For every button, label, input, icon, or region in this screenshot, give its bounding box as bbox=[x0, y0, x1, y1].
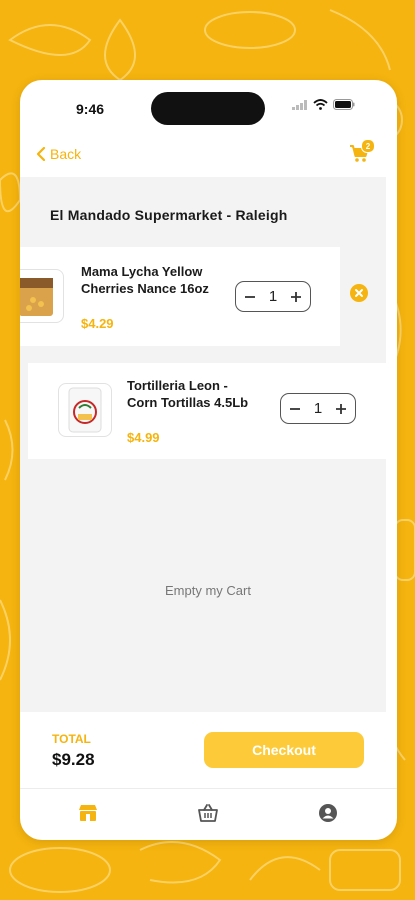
total-label: TOTAL bbox=[52, 732, 91, 746]
cart-button[interactable]: 2 bbox=[349, 139, 375, 168]
wifi-icon bbox=[313, 99, 328, 110]
dynamic-island bbox=[151, 92, 265, 125]
phone-screen: 9:46 Back 2 El Mandado Supermarket - Ral… bbox=[20, 80, 397, 840]
status-time: 9:46 bbox=[76, 101, 105, 117]
cart-item[interactable]: Mama Lycha Yellow Cherries Nance 16oz $4… bbox=[20, 247, 340, 346]
quantity-value: 1 bbox=[268, 288, 278, 305]
tab-basket[interactable] bbox=[197, 802, 219, 824]
total-value: $9.28 bbox=[52, 750, 95, 769]
remove-item-button[interactable] bbox=[350, 284, 368, 302]
back-button[interactable]: Back bbox=[36, 146, 81, 162]
store-icon bbox=[79, 805, 97, 821]
close-icon bbox=[355, 289, 363, 297]
decrease-button[interactable] bbox=[242, 289, 258, 305]
account-icon bbox=[319, 804, 337, 822]
plus-icon bbox=[291, 291, 301, 302]
cart-item[interactable]: Tortilleria Leon - Corn Tortillas 4.5Lb … bbox=[28, 363, 386, 459]
item-price: $4.99 bbox=[127, 430, 160, 445]
tab-store[interactable] bbox=[77, 802, 99, 824]
tab-bar-divider bbox=[20, 788, 397, 789]
plus-icon bbox=[336, 403, 346, 414]
decrease-button[interactable] bbox=[287, 401, 303, 417]
minus-icon bbox=[245, 295, 255, 298]
tab-account[interactable] bbox=[317, 802, 339, 824]
chevron-left-icon bbox=[36, 147, 46, 161]
cart-count-badge: 2 bbox=[361, 139, 375, 153]
signal-icon bbox=[292, 99, 307, 110]
quantity-value: 1 bbox=[313, 400, 323, 417]
battery-icon bbox=[333, 99, 355, 110]
back-label: Back bbox=[50, 146, 82, 162]
store-name: El Mandado Supermarket - Raleigh bbox=[50, 207, 288, 223]
minus-icon bbox=[290, 407, 300, 410]
item-name: Mama Lycha Yellow Cherries Nance 16oz bbox=[81, 264, 209, 296]
quantity-stepper[interactable]: 1 bbox=[280, 393, 356, 424]
basket-icon bbox=[198, 804, 218, 822]
increase-button[interactable] bbox=[333, 401, 349, 417]
empty-cart-button[interactable]: Empty my Cart bbox=[20, 583, 396, 598]
product-image bbox=[20, 269, 64, 323]
checkout-button[interactable]: Checkout bbox=[204, 732, 364, 768]
status-icons bbox=[292, 99, 355, 110]
increase-button[interactable] bbox=[288, 289, 304, 305]
item-name: Tortilleria Leon - Corn Tortillas 4.5Lb bbox=[127, 378, 249, 410]
item-price: $4.29 bbox=[81, 316, 114, 331]
quantity-stepper[interactable]: 1 bbox=[235, 281, 311, 312]
product-image bbox=[58, 383, 112, 437]
